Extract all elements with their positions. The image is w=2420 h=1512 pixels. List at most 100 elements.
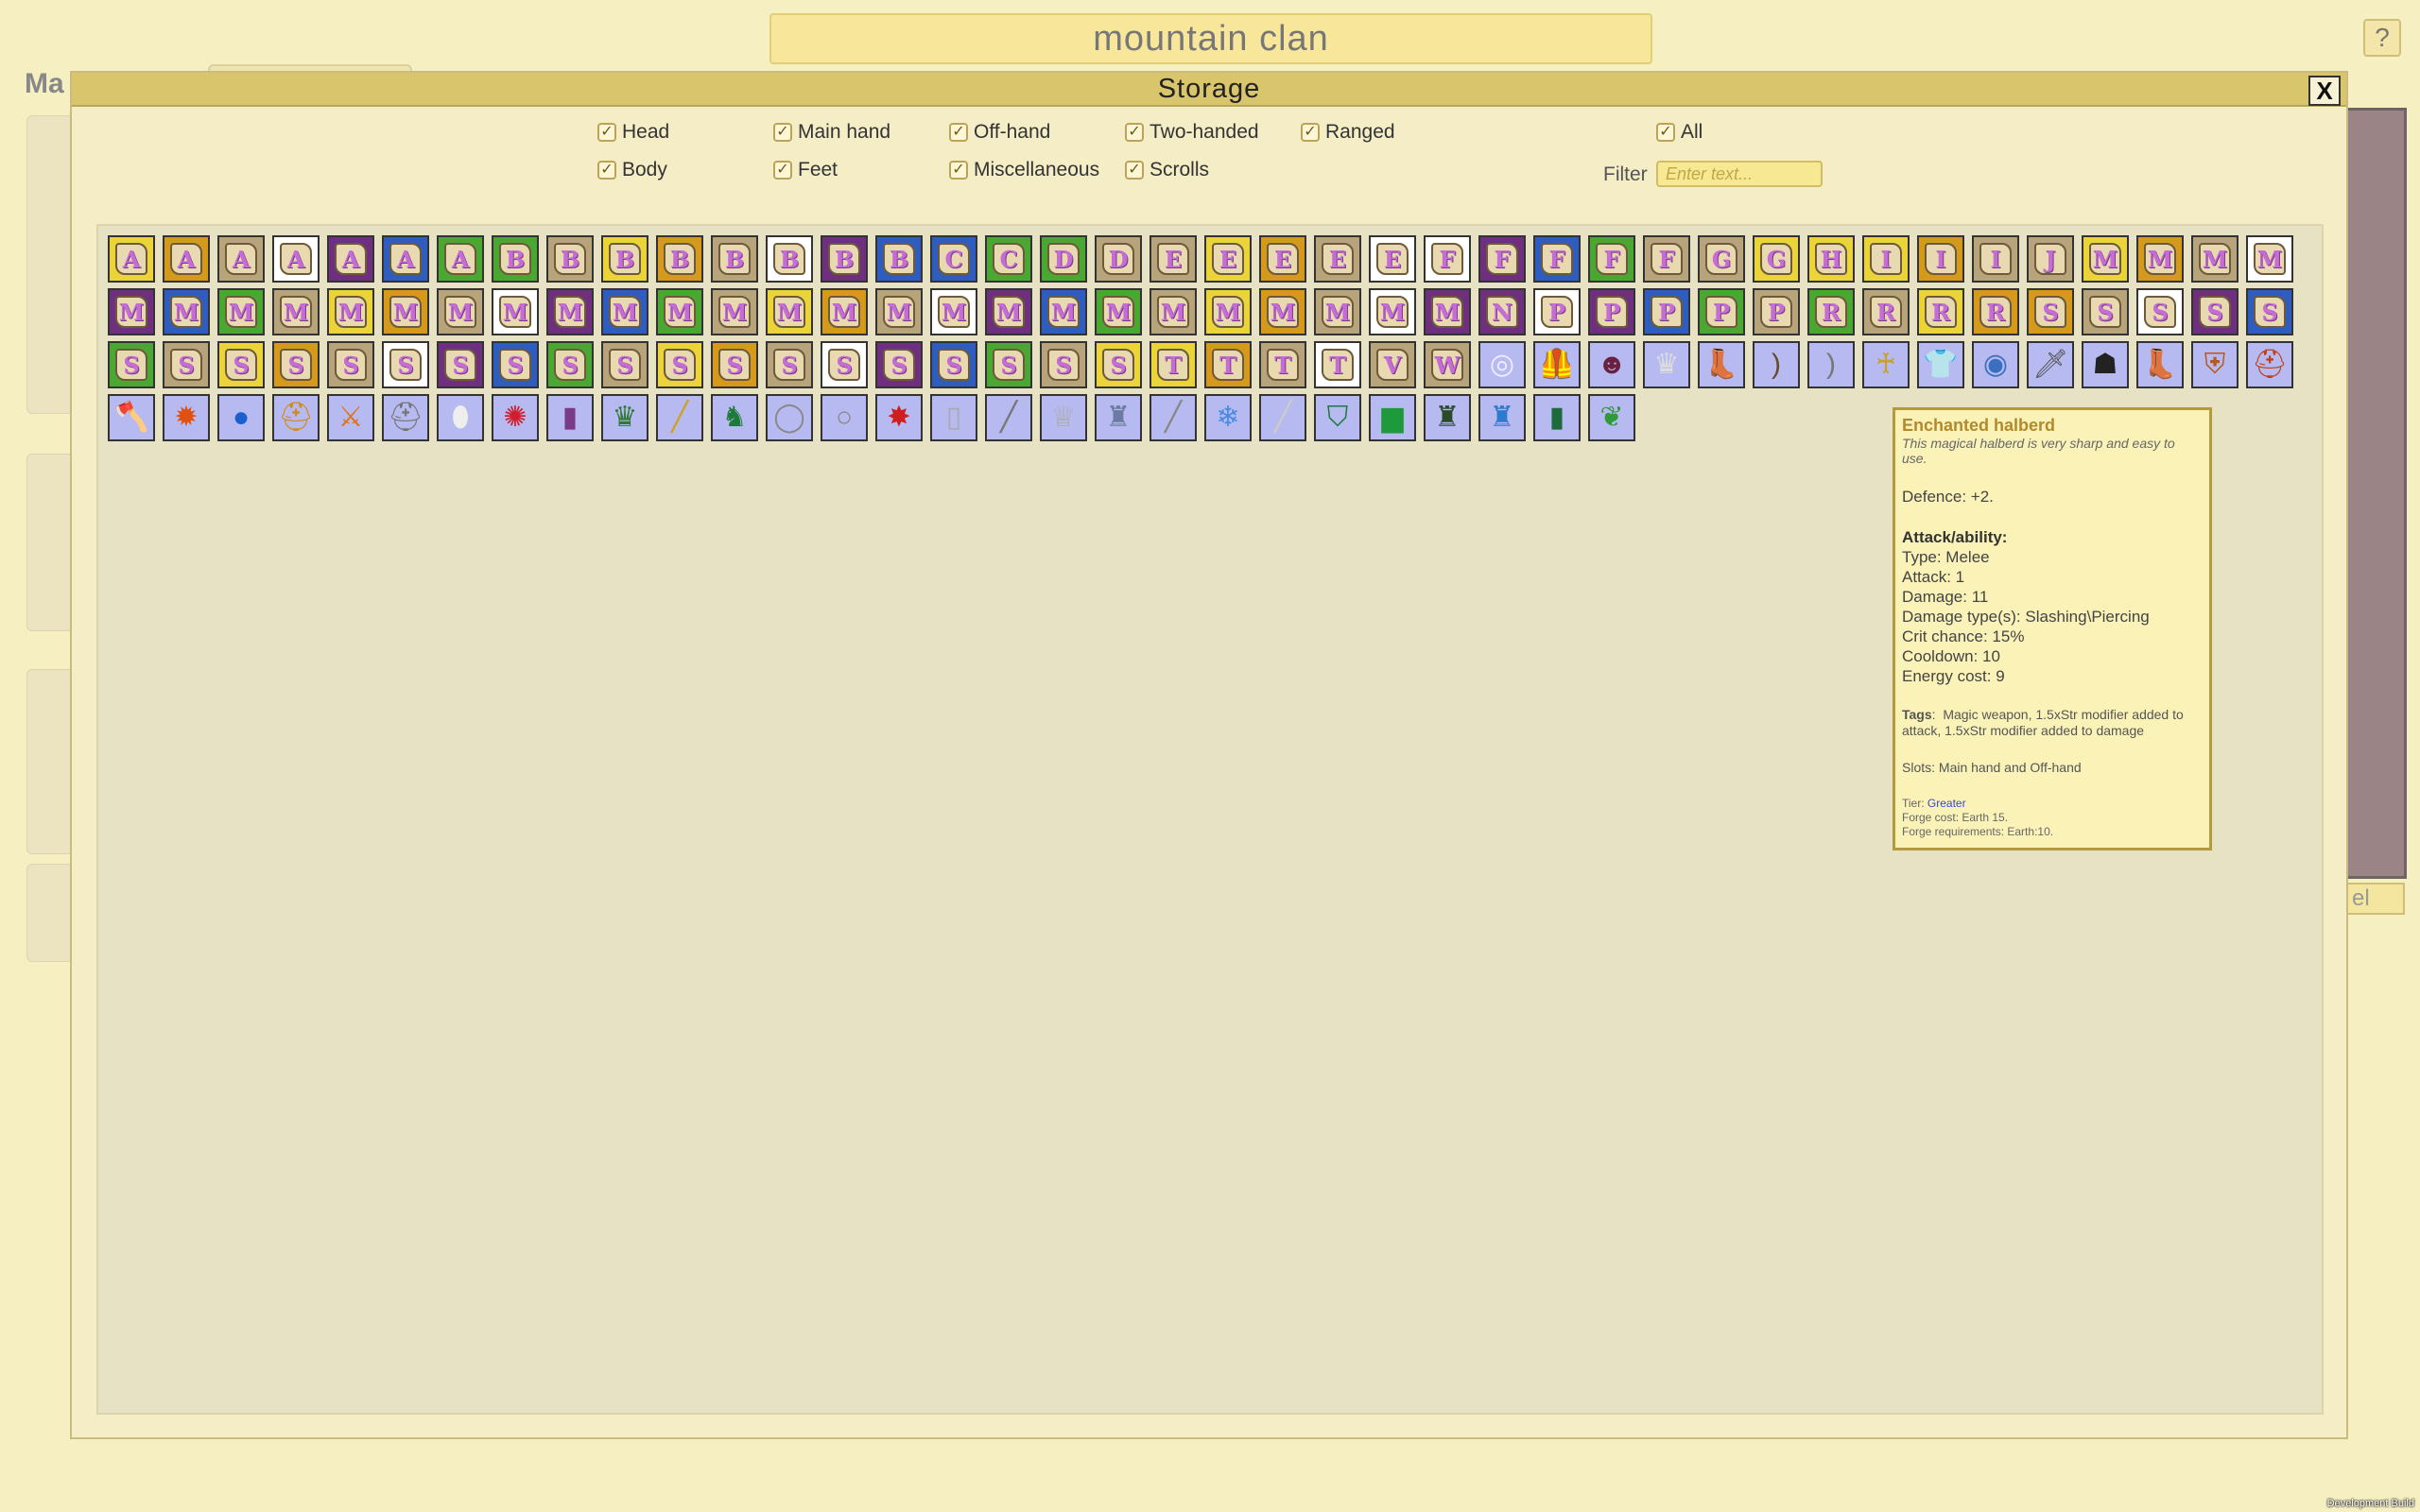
- scroll-item-slot[interactable]: F: [1643, 235, 1690, 283]
- scroll-item-slot[interactable]: S: [821, 341, 868, 388]
- scroll-item-slot[interactable]: S: [1095, 341, 1142, 388]
- scroll-item-slot[interactable]: M: [821, 288, 868, 335]
- equipment-item-slot[interactable]: ☗: [2082, 341, 2129, 388]
- equipment-item-slot[interactable]: ⛨: [2191, 341, 2238, 388]
- filter-ranged-checkbox[interactable]: ✓ Ranged: [1301, 120, 1395, 145]
- scroll-item-slot[interactable]: A: [272, 235, 320, 283]
- equipment-item-slot[interactable]: ⛑: [272, 394, 320, 441]
- filter-all-checkbox[interactable]: ✓ All: [1656, 120, 1703, 145]
- scroll-item-slot[interactable]: P: [1643, 288, 1690, 335]
- scroll-item-slot[interactable]: B: [656, 235, 703, 283]
- equipment-item-slot[interactable]: ╱: [1259, 394, 1306, 441]
- scroll-item-slot[interactable]: R: [1807, 288, 1855, 335]
- scroll-item-slot[interactable]: F: [1588, 235, 1635, 283]
- scroll-item-slot[interactable]: F: [1478, 235, 1526, 283]
- scroll-item-slot[interactable]: G: [1753, 235, 1800, 283]
- scroll-item-slot[interactable]: S: [217, 341, 265, 388]
- scroll-item-slot[interactable]: S: [492, 341, 539, 388]
- equipment-item-slot[interactable]: 👢: [2136, 341, 2184, 388]
- equipment-item-slot[interactable]: ◉: [1972, 341, 2019, 388]
- checkbox-check-icon[interactable]: ✓: [1125, 123, 1144, 142]
- close-button[interactable]: X: [2308, 76, 2341, 106]
- equipment-item-slot[interactable]: ⚔: [327, 394, 374, 441]
- scroll-item-slot[interactable]: F: [1533, 235, 1581, 283]
- scroll-item-slot[interactable]: M: [163, 288, 210, 335]
- equipment-item-slot[interactable]: ○: [821, 394, 868, 441]
- scroll-item-slot[interactable]: T: [1259, 341, 1306, 388]
- scroll-item-slot[interactable]: M: [766, 288, 813, 335]
- scroll-item-slot[interactable]: B: [601, 235, 648, 283]
- checkbox-check-icon[interactable]: ✓: [949, 123, 968, 142]
- equipment-item-slot[interactable]: ▮: [1533, 394, 1581, 441]
- equipment-item-slot[interactable]: ♜: [1095, 394, 1142, 441]
- scroll-item-slot[interactable]: S: [163, 341, 210, 388]
- scroll-item-slot[interactable]: M: [2082, 235, 2129, 283]
- scroll-item-slot[interactable]: S: [272, 341, 320, 388]
- scroll-item-slot[interactable]: M: [2136, 235, 2184, 283]
- scroll-item-slot[interactable]: C: [985, 235, 1032, 283]
- equipment-item-slot[interactable]: ◯: [766, 394, 813, 441]
- scroll-item-slot[interactable]: I: [1972, 235, 2019, 283]
- equipment-item-slot[interactable]: ✸: [875, 394, 923, 441]
- scroll-item-slot[interactable]: D: [1040, 235, 1087, 283]
- equipment-item-slot[interactable]: ♰: [1862, 341, 1910, 388]
- scroll-item-slot[interactable]: R: [1917, 288, 1964, 335]
- equipment-item-slot[interactable]: ☻: [1588, 341, 1635, 388]
- scroll-item-slot[interactable]: S: [382, 341, 429, 388]
- equipment-item-slot[interactable]: 🗡: [2027, 341, 2074, 388]
- checkbox-check-icon[interactable]: ✓: [949, 161, 968, 180]
- scroll-item-slot[interactable]: B: [875, 235, 923, 283]
- equipment-item-slot[interactable]: ): [1807, 341, 1855, 388]
- equipment-item-slot[interactable]: ⛑: [2246, 341, 2293, 388]
- checkbox-check-icon[interactable]: ✓: [1301, 123, 1320, 142]
- scroll-item-slot[interactable]: E: [1204, 235, 1252, 283]
- equipment-item-slot[interactable]: 🦺: [1533, 341, 1581, 388]
- scroll-item-slot[interactable]: B: [492, 235, 539, 283]
- help-button[interactable]: ?: [2363, 19, 2401, 57]
- equipment-item-slot[interactable]: ♛: [1643, 341, 1690, 388]
- scroll-item-slot[interactable]: M: [1259, 288, 1306, 335]
- scroll-item-slot[interactable]: B: [766, 235, 813, 283]
- equipment-item-slot[interactable]: ▯: [930, 394, 977, 441]
- scroll-item-slot[interactable]: E: [1314, 235, 1361, 283]
- scroll-item-slot[interactable]: A: [163, 235, 210, 283]
- scroll-item-slot[interactable]: D: [1095, 235, 1142, 283]
- scroll-item-slot[interactable]: S: [766, 341, 813, 388]
- filter-miscellaneous-checkbox[interactable]: ✓ Miscellaneous: [949, 158, 1099, 182]
- filter-body-checkbox[interactable]: ✓ Body: [597, 158, 667, 182]
- equipment-item-slot[interactable]: ◎: [1478, 341, 1526, 388]
- scroll-item-slot[interactable]: I: [1862, 235, 1910, 283]
- scroll-item-slot[interactable]: H: [1807, 235, 1855, 283]
- scroll-item-slot[interactable]: M: [601, 288, 648, 335]
- scroll-item-slot[interactable]: P: [1588, 288, 1635, 335]
- checkbox-check-icon[interactable]: ✓: [597, 161, 616, 180]
- scroll-item-slot[interactable]: M: [327, 288, 374, 335]
- filter-feet-checkbox[interactable]: ✓ Feet: [773, 158, 838, 182]
- filter-input[interactable]: [1656, 161, 1823, 187]
- scroll-item-slot[interactable]: S: [108, 341, 155, 388]
- equipment-item-slot[interactable]: ⛑: [382, 394, 429, 441]
- scroll-item-slot[interactable]: B: [711, 235, 758, 283]
- scroll-item-slot[interactable]: S: [711, 341, 758, 388]
- scroll-item-slot[interactable]: S: [437, 341, 484, 388]
- scroll-item-slot[interactable]: M: [930, 288, 977, 335]
- filter-off-hand-checkbox[interactable]: ✓ Off-hand: [949, 120, 1050, 145]
- equipment-item-slot[interactable]: ▆: [1369, 394, 1416, 441]
- scroll-item-slot[interactable]: M: [875, 288, 923, 335]
- filter-head-checkbox[interactable]: ✓ Head: [597, 120, 669, 145]
- scroll-item-slot[interactable]: B: [821, 235, 868, 283]
- filter-two-handed-checkbox[interactable]: ✓ Two-handed: [1125, 120, 1259, 145]
- scroll-item-slot[interactable]: M: [546, 288, 594, 335]
- equipment-item-slot[interactable]: 👢: [1698, 341, 1745, 388]
- scroll-item-slot[interactable]: S: [546, 341, 594, 388]
- scroll-item-slot[interactable]: P: [1753, 288, 1800, 335]
- scroll-item-slot[interactable]: M: [1314, 288, 1361, 335]
- scroll-item-slot[interactable]: F: [1424, 235, 1471, 283]
- scroll-item-slot[interactable]: A: [327, 235, 374, 283]
- equipment-item-slot[interactable]: ♛: [601, 394, 648, 441]
- scroll-item-slot[interactable]: S: [930, 341, 977, 388]
- scroll-item-slot[interactable]: M: [492, 288, 539, 335]
- scroll-item-slot[interactable]: E: [1369, 235, 1416, 283]
- scroll-item-slot[interactable]: T: [1150, 341, 1197, 388]
- equipment-item-slot[interactable]: 👕: [1917, 341, 1964, 388]
